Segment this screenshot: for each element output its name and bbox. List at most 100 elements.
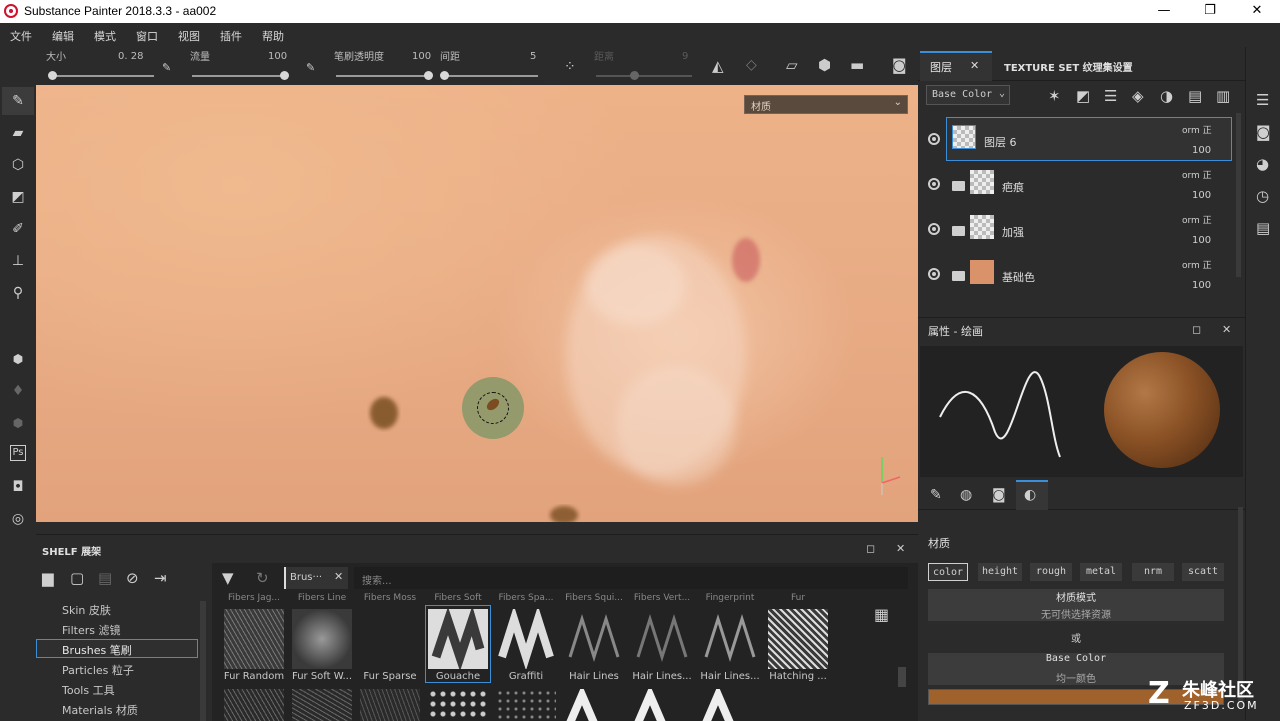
menu-help[interactable]: 帮助 xyxy=(262,28,284,44)
opacity-value[interactable]: 100 xyxy=(412,51,431,62)
bell-icon[interactable]: ♦ xyxy=(8,381,28,401)
color-picker-icon[interactable]: ⚲ xyxy=(8,283,28,303)
shelf-category-brushes[interactable]: Brushes 笔刷 xyxy=(62,642,132,658)
history-icon[interactable]: ◷ xyxy=(1256,187,1269,205)
photoshop-icon[interactable]: Ps xyxy=(10,445,26,461)
add-effect-icon[interactable]: ✶ xyxy=(1048,87,1061,105)
log-icon[interactable]: ▤ xyxy=(1256,219,1270,237)
size-slider-handle[interactable] xyxy=(48,71,57,80)
flow-pressure-icon[interactable]: ✎ xyxy=(306,61,315,74)
close-button[interactable]: ✕ xyxy=(1234,0,1280,23)
viewport-material-dropdown[interactable]: 材质 ⌄ xyxy=(744,95,908,114)
brush-thumbnail[interactable] xyxy=(224,689,284,721)
float-panel-icon[interactable]: ◻ xyxy=(866,542,875,555)
channel-toggle-metal[interactable]: metal xyxy=(1080,563,1122,581)
layer-blend-mode[interactable]: orm 正 xyxy=(1182,213,1212,226)
send-to-icon[interactable]: ◘ xyxy=(8,477,28,497)
shelf-category-particles[interactable]: Particles 粒子 xyxy=(62,662,134,678)
tab-texture-set[interactable]: TEXTURE SET 纹理集设置 xyxy=(1004,59,1133,74)
texture-set-dock-icon[interactable]: ◙ xyxy=(1256,123,1271,141)
add-paint-layer-icon[interactable]: ◑ xyxy=(1160,87,1173,105)
channel-toggle-nrm[interactable]: nrm xyxy=(1132,563,1174,581)
brush-thumbnail[interactable] xyxy=(224,609,284,669)
channel-toggle-color[interactable]: color xyxy=(928,563,968,581)
brush-thumbnail-gouache[interactable] xyxy=(428,609,488,669)
maximize-button[interactable]: ❐ xyxy=(1187,0,1233,23)
layer-name[interactable]: 基础色 xyxy=(1002,269,1035,285)
symmetry-icon[interactable]: ◭ xyxy=(712,57,724,75)
layer-blend-mode[interactable]: orm 正 xyxy=(1182,168,1212,181)
layer-opacity[interactable]: 100 xyxy=(1192,190,1211,201)
flow-slider-handle[interactable] xyxy=(280,71,289,80)
minimize-button[interactable]: — xyxy=(1141,0,1187,23)
channel-toggle-scatt[interactable]: scatt xyxy=(1182,563,1224,581)
brush-thumbnail[interactable] xyxy=(360,689,420,721)
spacing-slider-handle[interactable] xyxy=(440,71,449,80)
import-icon[interactable]: ⇥ xyxy=(154,569,167,587)
size-value[interactable]: 0. 28 xyxy=(118,51,143,62)
substance-source-icon[interactable]: ⬢ xyxy=(8,349,28,369)
clone-stamp-icon[interactable]: ⊥ xyxy=(8,251,28,271)
shelf-category-filters[interactable]: Filters 滤镜 xyxy=(62,622,120,638)
visibility-eye-icon[interactable] xyxy=(928,178,940,190)
layer-opacity[interactable]: 100 xyxy=(1192,235,1211,246)
polygon-fill-icon[interactable]: ◩ xyxy=(8,187,28,207)
camera-mode-icon[interactable]: ▬ xyxy=(850,56,864,74)
screenshot-camera-icon[interactable]: ◙ xyxy=(892,56,907,74)
shelf-category-materials[interactable]: Materials 材质 xyxy=(62,702,138,718)
layer-blend-mode[interactable]: orm 正 xyxy=(1182,258,1212,271)
opacity-slider[interactable] xyxy=(336,75,428,77)
brush-tab-icon[interactable]: ✎ xyxy=(930,487,942,503)
brush-thumbnail[interactable] xyxy=(292,609,352,669)
channel-dropdown[interactable]: Base Color ⌄ xyxy=(926,85,1010,105)
brush-thumbnail[interactable] xyxy=(292,689,352,721)
grid-view-icon[interactable]: ▦ xyxy=(874,605,889,624)
layer-name[interactable]: 加强 xyxy=(1002,224,1024,240)
brush-thumbnail[interactable] xyxy=(428,689,488,721)
brush-thumbnail[interactable] xyxy=(360,609,420,669)
brush-thumbnail-row[interactable] xyxy=(564,689,760,721)
menu-file[interactable]: 文件 xyxy=(10,28,32,44)
brush-thumbnail[interactable] xyxy=(768,609,828,669)
eraser-icon[interactable]: ▰ xyxy=(8,123,28,143)
spacing-slider[interactable] xyxy=(442,75,538,77)
size-slider[interactable] xyxy=(50,75,154,77)
projection-icon[interactable]: ▱ xyxy=(786,56,798,74)
layers-dock-icon[interactable]: ☰ xyxy=(1256,91,1269,109)
layer-name[interactable]: 疤痕 xyxy=(1002,179,1024,195)
brush-thumbnail[interactable] xyxy=(496,689,556,721)
channel-toggle-height[interactable]: height xyxy=(978,563,1022,581)
projection-tool-icon[interactable]: ⬡ xyxy=(8,155,28,175)
visibility-eye-icon[interactable] xyxy=(928,268,940,280)
alpha-tab-icon[interactable]: ◍ xyxy=(960,487,972,503)
menu-plugins[interactable]: 插件 xyxy=(220,28,242,44)
visibility-eye-icon[interactable] xyxy=(928,133,940,145)
float-panel-icon[interactable]: ◻ xyxy=(1192,323,1201,336)
add-mask-icon[interactable]: ◩ xyxy=(1076,87,1090,105)
close-tag-icon[interactable]: ✕ xyxy=(334,570,343,583)
display-settings-icon[interactable]: ◕ xyxy=(1256,155,1269,173)
menu-edit[interactable]: 编辑 xyxy=(52,28,74,44)
add-fill-layer-icon[interactable]: ◈ xyxy=(1132,87,1144,105)
layer-blend-mode[interactable]: orm 正 xyxy=(1182,123,1212,136)
layers-scrollbar[interactable] xyxy=(1236,113,1241,277)
opacity-slider-handle[interactable] xyxy=(424,71,433,80)
spacing-value[interactable]: 5 xyxy=(530,51,536,62)
brush-thumbnail[interactable] xyxy=(496,609,556,669)
brush-thumbnail[interactable] xyxy=(700,609,760,669)
3d-viewport[interactable]: 材质 ⌄ xyxy=(36,85,918,522)
brush-thumbnail[interactable] xyxy=(632,609,692,669)
skin-texture-canvas[interactable] xyxy=(36,85,918,522)
hide-icon[interactable]: ⊘ xyxy=(126,569,139,587)
shelf-scrollbar[interactable] xyxy=(898,667,906,687)
menu-view[interactable]: 视图 xyxy=(178,28,200,44)
save-icon[interactable]: ▤ xyxy=(98,569,112,587)
category-scrollbar[interactable] xyxy=(200,601,206,721)
alignment-icon[interactable]: ◇ xyxy=(746,57,757,73)
add-layer-stack-icon[interactable]: ☰ xyxy=(1104,87,1117,105)
menu-mode[interactable]: 模式 xyxy=(94,28,116,44)
material-tab-icon[interactable]: ◐ xyxy=(1024,487,1036,503)
close-panel-icon[interactable]: ✕ xyxy=(1222,323,1231,336)
size-pressure-icon[interactable]: ✎ xyxy=(162,61,171,74)
alchemist-icon[interactable]: ⬢ xyxy=(8,413,28,433)
